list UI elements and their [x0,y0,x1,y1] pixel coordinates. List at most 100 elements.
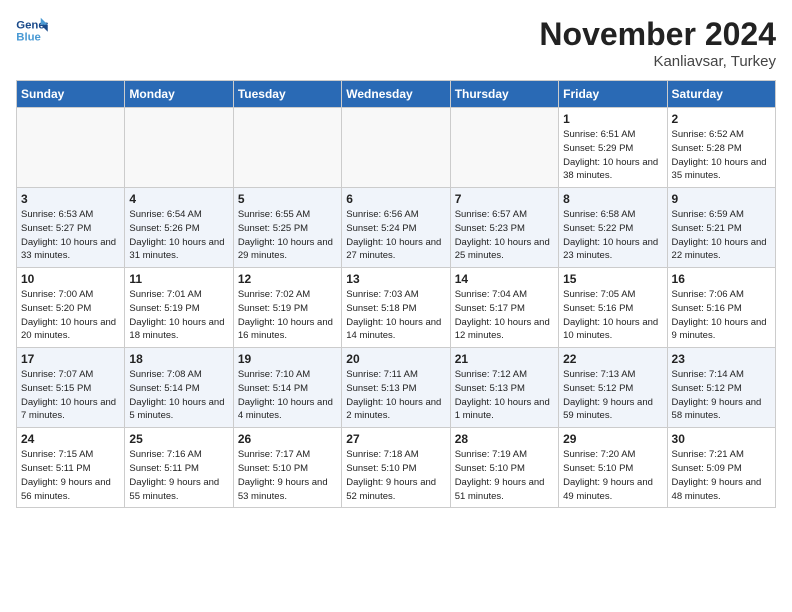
day-number: 20 [346,352,445,366]
day-number: 13 [346,272,445,286]
day-number: 11 [129,272,228,286]
day-info: Sunrise: 6:58 AM Sunset: 5:22 PM Dayligh… [563,208,662,263]
day-number: 18 [129,352,228,366]
calendar-table: SundayMondayTuesdayWednesdayThursdayFrid… [16,80,776,508]
calendar-day: 5 Sunrise: 6:55 AM Sunset: 5:25 PM Daylig… [233,188,341,268]
day-info: Sunrise: 7:19 AM Sunset: 5:10 PM Dayligh… [455,448,554,503]
day-number: 15 [563,272,662,286]
day-number: 7 [455,192,554,206]
month-title: November 2024 [539,16,776,53]
day-number: 26 [238,432,337,446]
calendar-day: 20 Sunrise: 7:11 AM Sunset: 5:13 PM Dayli… [342,348,450,428]
weekday-header: Friday [559,81,667,108]
day-info: Sunrise: 6:57 AM Sunset: 5:23 PM Dayligh… [455,208,554,263]
day-info: Sunrise: 7:01 AM Sunset: 5:19 PM Dayligh… [129,288,228,343]
day-number: 27 [346,432,445,446]
calendar-week-row: 1Sunrise: 6:51 AM Sunset: 5:29 PM Daylig… [17,108,776,188]
day-number: 5 [238,192,337,206]
day-info: Sunrise: 6:52 AM Sunset: 5:28 PM Dayligh… [672,128,771,183]
page-header: General Blue November 2024 Kanliavsar, T… [16,16,776,70]
logo-icon: General Blue [16,16,48,44]
calendar-day: 30 Sunrise: 7:21 AM Sunset: 5:09 PM Dayli… [667,428,775,508]
day-info: Sunrise: 7:12 AM Sunset: 5:13 PM Dayligh… [455,368,554,423]
day-info: Sunrise: 7:08 AM Sunset: 5:14 PM Dayligh… [129,368,228,423]
calendar-week-row: 10 Sunrise: 7:00 AM Sunset: 5:20 PM Dayli… [17,268,776,348]
calendar-day: 28 Sunrise: 7:19 AM Sunset: 5:10 PM Dayli… [450,428,558,508]
calendar-day: 21 Sunrise: 7:12 AM Sunset: 5:13 PM Dayli… [450,348,558,428]
day-number: 16 [672,272,771,286]
calendar-day [125,108,233,188]
calendar-day: 18 Sunrise: 7:08 AM Sunset: 5:14 PM Dayli… [125,348,233,428]
day-number: 8 [563,192,662,206]
calendar-day [233,108,341,188]
day-info: Sunrise: 6:59 AM Sunset: 5:21 PM Dayligh… [672,208,771,263]
day-info: Sunrise: 6:54 AM Sunset: 5:26 PM Dayligh… [129,208,228,263]
day-info: Sunrise: 7:11 AM Sunset: 5:13 PM Dayligh… [346,368,445,423]
day-info: Sunrise: 7:21 AM Sunset: 5:09 PM Dayligh… [672,448,771,503]
day-info: Sunrise: 7:14 AM Sunset: 5:12 PM Dayligh… [672,368,771,423]
calendar-day: 19Sunrise: 7:10 AM Sunset: 5:14 PM Dayli… [233,348,341,428]
day-info: Sunrise: 7:06 AM Sunset: 5:16 PM Dayligh… [672,288,771,343]
day-number: 29 [563,432,662,446]
weekday-header: Thursday [450,81,558,108]
day-number: 14 [455,272,554,286]
location: Kanliavsar, Turkey [539,53,776,70]
day-number: 22 [563,352,662,366]
weekday-header: Tuesday [233,81,341,108]
calendar-day: 24Sunrise: 7:15 AM Sunset: 5:11 PM Dayli… [17,428,125,508]
logo: General Blue [16,16,48,44]
day-number: 1 [563,112,662,126]
day-number: 6 [346,192,445,206]
calendar-day: 22 Sunrise: 7:13 AM Sunset: 5:12 PM Dayli… [559,348,667,428]
calendar-day: 13 Sunrise: 7:03 AM Sunset: 5:18 PM Dayli… [342,268,450,348]
calendar-week-row: 17 Sunrise: 7:07 AM Sunset: 5:15 PM Dayli… [17,348,776,428]
day-number: 23 [672,352,771,366]
title-block: November 2024 Kanliavsar, Turkey [539,16,776,70]
day-info: Sunrise: 6:55 AM Sunset: 5:25 PM Dayligh… [238,208,337,263]
day-info: Sunrise: 7:13 AM Sunset: 5:12 PM Dayligh… [563,368,662,423]
calendar-day: 15Sunrise: 7:05 AM Sunset: 5:16 PM Dayli… [559,268,667,348]
calendar-week-row: 24Sunrise: 7:15 AM Sunset: 5:11 PM Dayli… [17,428,776,508]
day-info: Sunrise: 7:15 AM Sunset: 5:11 PM Dayligh… [21,448,120,503]
day-number: 9 [672,192,771,206]
calendar-day: 25Sunrise: 7:16 AM Sunset: 5:11 PM Dayli… [125,428,233,508]
calendar-day: 23 Sunrise: 7:14 AM Sunset: 5:12 PM Dayli… [667,348,775,428]
calendar-day: 10 Sunrise: 7:00 AM Sunset: 5:20 PM Dayli… [17,268,125,348]
day-info: Sunrise: 7:00 AM Sunset: 5:20 PM Dayligh… [21,288,120,343]
day-info: Sunrise: 7:20 AM Sunset: 5:10 PM Dayligh… [563,448,662,503]
calendar-day [342,108,450,188]
day-number: 25 [129,432,228,446]
day-number: 21 [455,352,554,366]
calendar-week-row: 3 Sunrise: 6:53 AM Sunset: 5:27 PM Daylig… [17,188,776,268]
calendar-day: 4Sunrise: 6:54 AM Sunset: 5:26 PM Daylig… [125,188,233,268]
day-number: 19 [238,352,337,366]
day-number: 17 [21,352,120,366]
day-info: Sunrise: 6:53 AM Sunset: 5:27 PM Dayligh… [21,208,120,263]
calendar-day: 29 Sunrise: 7:20 AM Sunset: 5:10 PM Dayli… [559,428,667,508]
day-number: 30 [672,432,771,446]
day-info: Sunrise: 7:03 AM Sunset: 5:18 PM Dayligh… [346,288,445,343]
day-info: Sunrise: 7:18 AM Sunset: 5:10 PM Dayligh… [346,448,445,503]
day-number: 10 [21,272,120,286]
calendar-day: 7 Sunrise: 6:57 AM Sunset: 5:23 PM Daylig… [450,188,558,268]
day-info: Sunrise: 7:02 AM Sunset: 5:19 PM Dayligh… [238,288,337,343]
svg-text:Blue: Blue [16,32,41,44]
weekday-header: Sunday [17,81,125,108]
day-info: Sunrise: 7:07 AM Sunset: 5:15 PM Dayligh… [21,368,120,423]
calendar-day: 16 Sunrise: 7:06 AM Sunset: 5:16 PM Dayli… [667,268,775,348]
calendar-day: 2 Sunrise: 6:52 AM Sunset: 5:28 PM Daylig… [667,108,775,188]
weekday-header: Wednesday [342,81,450,108]
day-info: Sunrise: 7:04 AM Sunset: 5:17 PM Dayligh… [455,288,554,343]
day-number: 2 [672,112,771,126]
calendar-day: 12 Sunrise: 7:02 AM Sunset: 5:19 PM Dayli… [233,268,341,348]
calendar-day: 17 Sunrise: 7:07 AM Sunset: 5:15 PM Dayli… [17,348,125,428]
weekday-header: Monday [125,81,233,108]
day-number: 12 [238,272,337,286]
calendar-day: 11 Sunrise: 7:01 AM Sunset: 5:19 PM Dayli… [125,268,233,348]
day-info: Sunrise: 6:56 AM Sunset: 5:24 PM Dayligh… [346,208,445,263]
calendar-day: 3 Sunrise: 6:53 AM Sunset: 5:27 PM Daylig… [17,188,125,268]
day-info: Sunrise: 7:17 AM Sunset: 5:10 PM Dayligh… [238,448,337,503]
day-number: 28 [455,432,554,446]
day-number: 3 [21,192,120,206]
calendar-day [450,108,558,188]
